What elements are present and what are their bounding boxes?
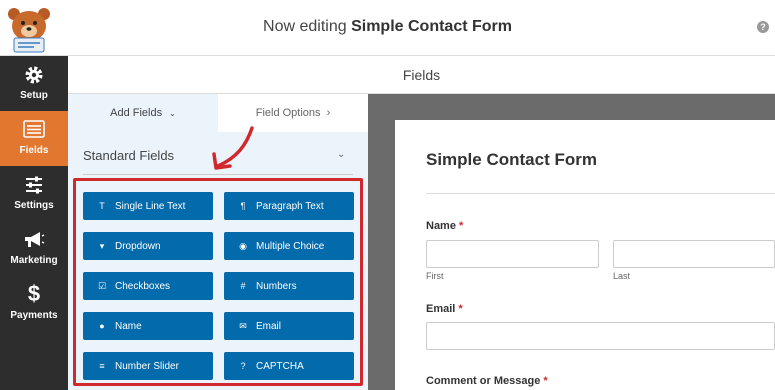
button-label: Dropdown	[115, 240, 161, 252]
sidebar-item-label: Setup	[20, 90, 48, 101]
first-name-field[interactable]	[426, 240, 599, 268]
fields-header: Fields	[68, 56, 775, 94]
button-label: Number Slider	[115, 360, 179, 372]
number-slider-button[interactable]: ≡ Number Slider	[83, 352, 213, 380]
button-label: Email	[256, 320, 282, 332]
user-icon: ●	[99, 321, 105, 331]
chevron-right-icon: ›	[326, 107, 331, 119]
divider	[426, 193, 775, 194]
gear-icon	[25, 66, 43, 84]
list-icon	[23, 120, 45, 138]
captcha-button[interactable]: ? CAPTCHA	[224, 352, 354, 380]
section-title: Standard Fields	[83, 148, 175, 163]
page-title: Now editing Simple Contact Form	[0, 18, 775, 36]
sidebar-item-label: Fields	[19, 145, 49, 156]
numbers-button[interactable]: # Numbers	[224, 272, 354, 300]
first-sublabel: First	[426, 271, 444, 281]
email-field[interactable]	[426, 322, 775, 350]
hash-icon: #	[240, 281, 246, 291]
sliders-icon	[26, 176, 42, 194]
envelope-icon: ✉	[239, 320, 247, 331]
paragraph-icon: ¶	[240, 201, 246, 211]
radio-icon: ◉	[239, 240, 247, 251]
checkbox-icon: ☑	[97, 280, 107, 291]
sidebar-item-settings[interactable]: Settings	[0, 166, 68, 221]
button-label: Numbers	[256, 280, 297, 292]
tab-add-fields[interactable]: Add Fields ⌄	[68, 94, 218, 132]
sidebar-item-label: Settings	[14, 200, 54, 211]
last-sublabel: Last	[613, 271, 631, 281]
last-name-field[interactable]	[613, 240, 775, 268]
chevron-down-icon[interactable]: ⌄	[337, 149, 345, 160]
dropdown-button[interactable]: ▾ Dropdown	[83, 232, 213, 260]
divider	[83, 174, 353, 175]
top-bar: Now editing Simple Contact Form ?	[0, 0, 775, 56]
tab-label: Add Fields	[110, 107, 163, 119]
button-label: Name	[115, 320, 142, 332]
form-title: Simple Contact Form	[426, 150, 597, 169]
form-name: Simple Contact Form	[351, 18, 512, 35]
dropdown-icon: ▾	[99, 240, 105, 251]
checkboxes-button[interactable]: ☑ Checkboxes	[83, 272, 213, 300]
button-label: Paragraph Text	[256, 200, 324, 212]
email-button[interactable]: ✉ Email	[224, 312, 354, 340]
text-icon: T	[99, 201, 105, 211]
sidebar-item-payments[interactable]: $ Payments	[0, 276, 68, 331]
button-label: Checkboxes	[115, 280, 171, 292]
multiple-choice-button[interactable]: ◉ Multiple Choice	[224, 232, 354, 260]
chevron-down-icon: ⌄	[169, 109, 176, 118]
paragraph-text-button[interactable]: ¶ Paragraph Text	[224, 192, 354, 220]
sidebar-item-fields[interactable]: Fields	[0, 111, 68, 166]
sidebar: Setup Fields Settings Marketing $ Paymen…	[0, 56, 68, 390]
help-icon[interactable]: ?	[757, 21, 769, 33]
button-label: Single Line Text	[115, 200, 186, 212]
button-label: CAPTCHA	[256, 360, 304, 372]
tab-label: Field Options	[255, 107, 321, 119]
slider-icon: ≡	[99, 361, 105, 371]
dollar-icon: $	[27, 281, 41, 306]
comment-label: Comment or Message *	[426, 375, 548, 387]
title-prefix: Now editing	[263, 18, 347, 35]
email-label: Email *	[426, 303, 463, 315]
sidebar-item-marketing[interactable]: Marketing	[0, 221, 68, 276]
question-icon: ?	[240, 361, 246, 371]
sidebar-item-label: Payments	[10, 310, 58, 321]
single-line-text-button[interactable]: T Single Line Text	[83, 192, 213, 220]
name-label: Name *	[426, 220, 464, 232]
name-button[interactable]: ● Name	[83, 312, 213, 340]
sidebar-item-label: Marketing	[10, 255, 58, 266]
megaphone-icon	[25, 232, 45, 247]
button-label: Multiple Choice	[256, 240, 325, 252]
sidebar-item-setup[interactable]: Setup	[0, 56, 68, 111]
annotation-arrow	[212, 126, 254, 170]
